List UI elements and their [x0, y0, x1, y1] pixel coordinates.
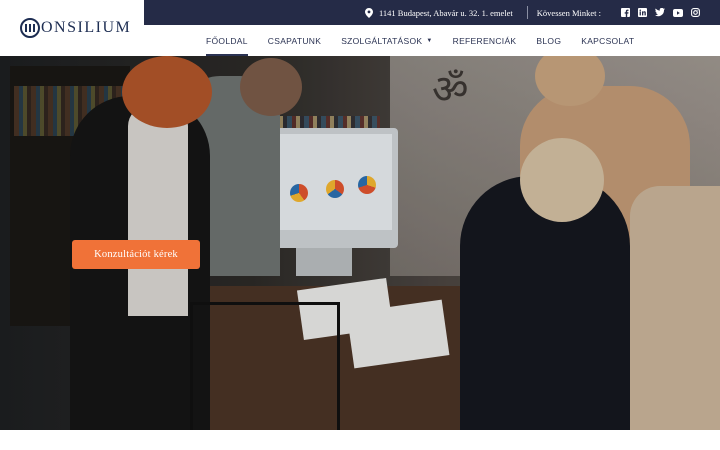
consultation-button[interactable]: Konzultációt kérek	[72, 240, 200, 269]
nav-item-csapatunk[interactable]: CSAPATUNK	[268, 25, 321, 56]
nav-item-label: BLOG	[536, 35, 562, 46]
nav-item-fooldal[interactable]: FŐOLDAL	[206, 25, 248, 56]
column-logo-icon	[20, 18, 40, 38]
logo[interactable]: ONSILIUM	[0, 0, 144, 56]
top-bar: 1141 Budapest, Abavár u. 32. 1. emelet K…	[144, 0, 720, 25]
map-pin-icon	[365, 7, 373, 18]
nav-item-referenciak[interactable]: REFERENCIÁK	[453, 25, 517, 56]
page-bottom	[0, 430, 720, 450]
nav-item-szolgaltatasok[interactable]: SZOLGÁLTATÁSOK ▼	[341, 25, 432, 56]
nav-item-label: REFERENCIÁK	[452, 35, 517, 46]
main-nav: FŐOLDAL CSAPATUNK SZOLGÁLTATÁSOK ▼ REFER…	[144, 25, 720, 56]
social-links	[613, 8, 700, 17]
nav-item-label: FŐOLDAL	[206, 35, 248, 46]
address-text: 1141 Budapest, Abavár u. 32. 1. emelet	[379, 7, 513, 18]
follow-label: Kövessen Minket :	[536, 7, 601, 18]
nav-item-label: CSAPATUNK	[267, 35, 322, 46]
divider	[526, 6, 528, 19]
nav-item-label: KAPCSOLAT	[581, 35, 635, 46]
nav-item-kapcsolat[interactable]: KAPCSOLAT	[581, 25, 634, 56]
facebook-icon[interactable]	[621, 8, 630, 17]
address: 1141 Budapest, Abavár u. 32. 1. emelet	[365, 7, 513, 18]
twitter-icon[interactable]	[655, 8, 665, 17]
nav-item-blog[interactable]: BLOG	[536, 25, 561, 56]
instagram-icon[interactable]	[691, 8, 700, 17]
chevron-down-icon: ▼	[426, 37, 433, 44]
youtube-icon[interactable]	[673, 8, 683, 17]
logo-text: ONSILIUM	[41, 19, 132, 36]
nav-item-label: SZOLGÁLTATÁSOK	[341, 35, 423, 46]
linkedin-icon[interactable]	[638, 8, 647, 17]
